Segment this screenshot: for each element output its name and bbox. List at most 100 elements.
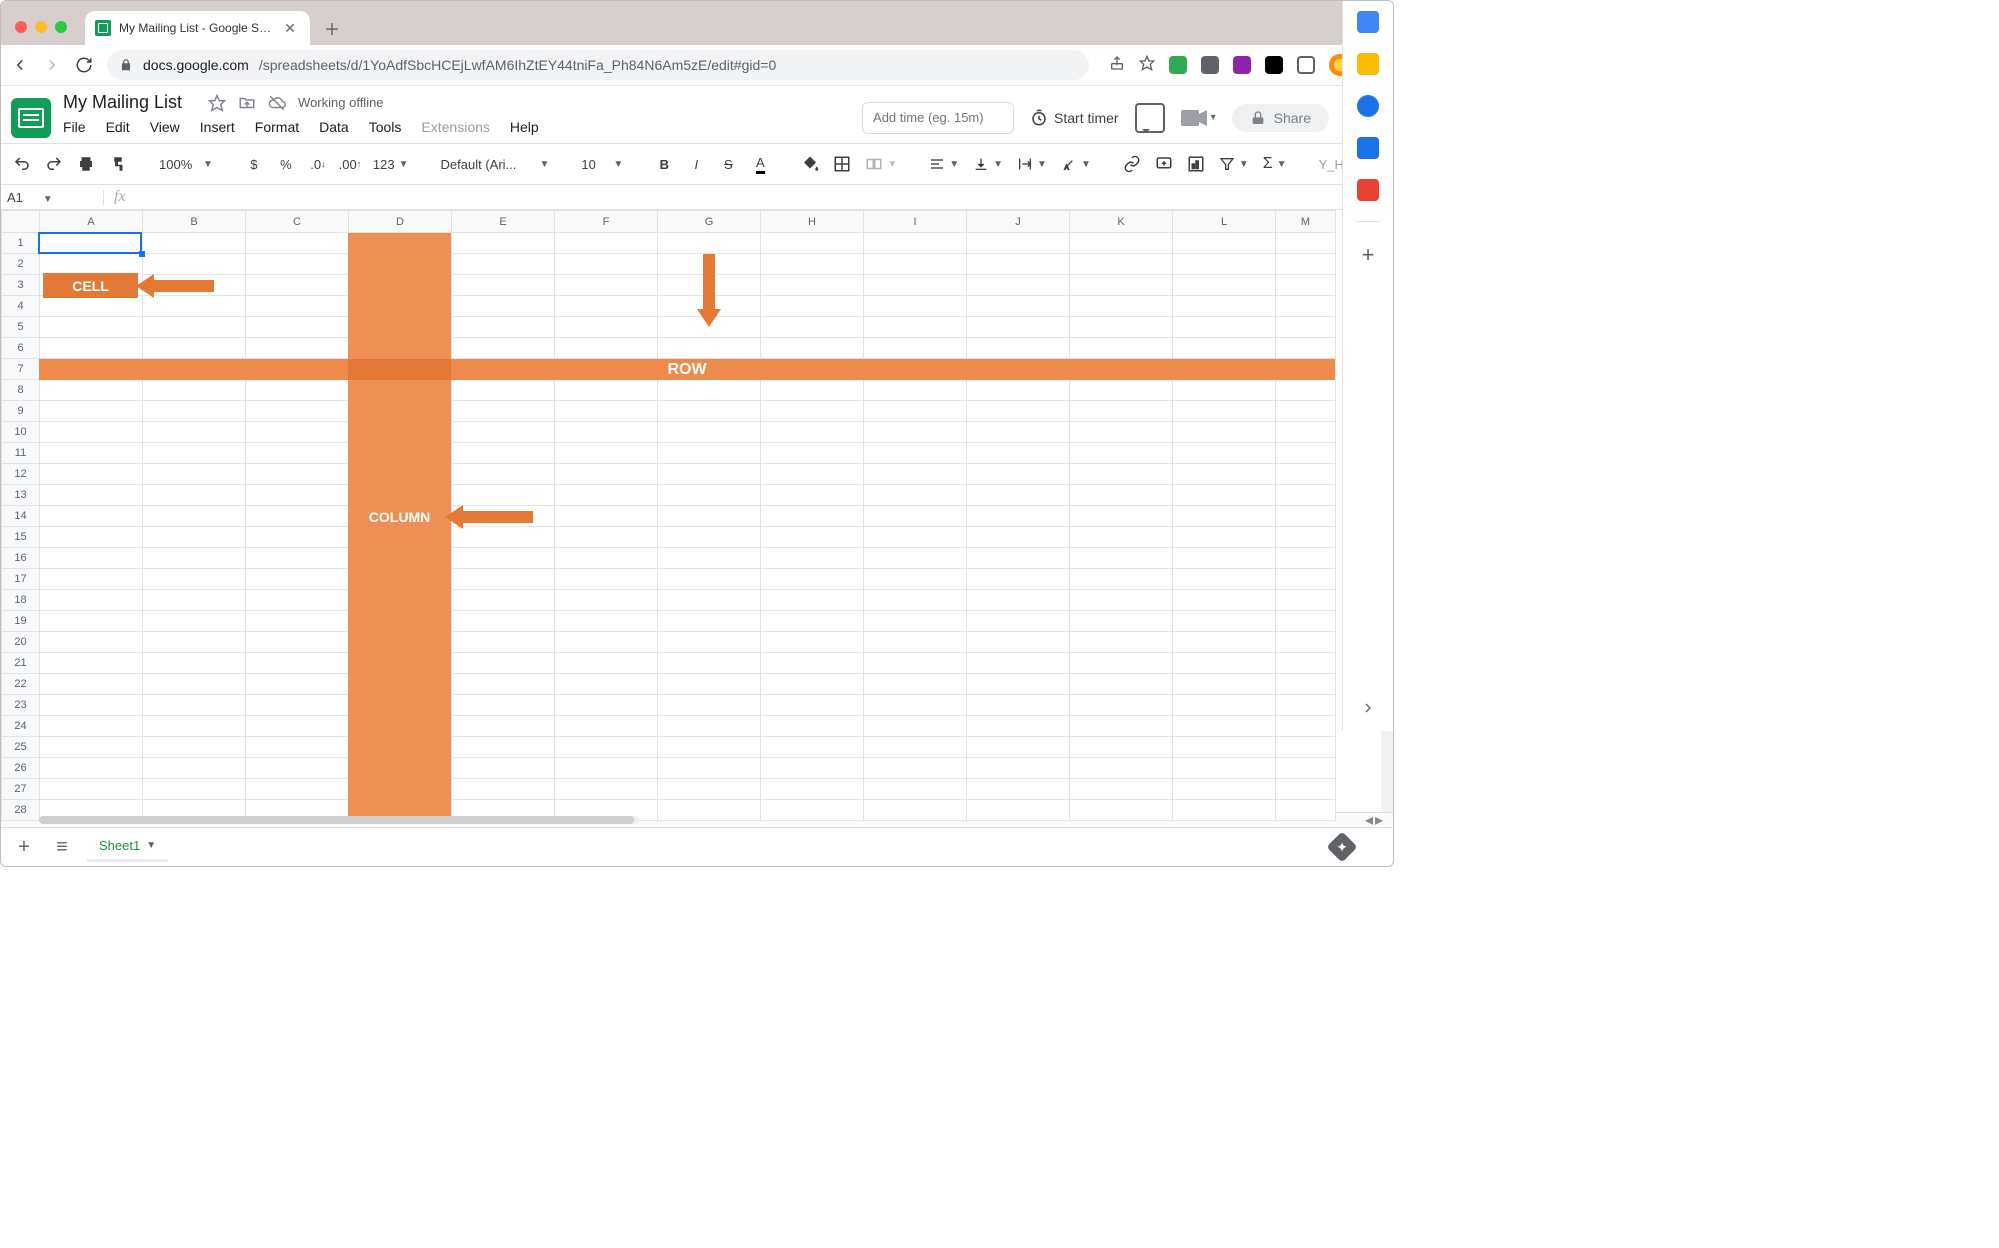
- cell-H25[interactable]: [761, 737, 864, 758]
- paint-format-button[interactable]: [105, 151, 131, 177]
- cell-J7[interactable]: [967, 359, 1070, 380]
- maps-icon[interactable]: [1357, 179, 1379, 201]
- cell-J8[interactable]: [967, 380, 1070, 401]
- cell-E27[interactable]: [452, 779, 555, 800]
- cell-B21[interactable]: [143, 653, 246, 674]
- cell-I6[interactable]: [864, 338, 967, 359]
- row-header-14[interactable]: 14: [2, 506, 40, 527]
- cell-F1[interactable]: [555, 233, 658, 254]
- cell-H19[interactable]: [761, 611, 864, 632]
- menu-tools[interactable]: Tools: [369, 119, 402, 135]
- cell-G15[interactable]: [658, 527, 761, 548]
- cell-D9[interactable]: [349, 401, 452, 422]
- cell-D27[interactable]: [349, 779, 452, 800]
- cell-E18[interactable]: [452, 590, 555, 611]
- cell-L28[interactable]: [1173, 800, 1276, 821]
- cell-J10[interactable]: [967, 422, 1070, 443]
- cell-I2[interactable]: [864, 254, 967, 275]
- cell-C16[interactable]: [246, 548, 349, 569]
- font-size-dropdown[interactable]: 10▼: [577, 157, 627, 172]
- cell-D20[interactable]: [349, 632, 452, 653]
- cloud-offline-icon[interactable]: [268, 94, 286, 112]
- cell-A20[interactable]: [40, 632, 143, 653]
- cell-H13[interactable]: [761, 485, 864, 506]
- cell-G8[interactable]: [658, 380, 761, 401]
- minimize-window-button[interactable]: [35, 21, 47, 33]
- percent-button[interactable]: %: [273, 151, 299, 177]
- cell-G14[interactable]: [658, 506, 761, 527]
- cell-B5[interactable]: [143, 317, 246, 338]
- formula-bar[interactable]: [136, 185, 1393, 209]
- cell-K19[interactable]: [1070, 611, 1173, 632]
- cell-B15[interactable]: [143, 527, 246, 548]
- cell-A1[interactable]: [40, 233, 143, 254]
- cell-I14[interactable]: [864, 506, 967, 527]
- move-icon[interactable]: [238, 94, 256, 112]
- cell-G2[interactable]: [658, 254, 761, 275]
- redo-button[interactable]: [41, 151, 67, 177]
- document-title[interactable]: My Mailing List: [63, 92, 182, 113]
- cell-M18[interactable]: [1276, 590, 1336, 611]
- merge-cells-button[interactable]: ▼: [861, 155, 901, 173]
- cell-B12[interactable]: [143, 464, 246, 485]
- close-window-button[interactable]: [15, 21, 27, 33]
- menu-file[interactable]: File: [63, 119, 86, 135]
- reload-button[interactable]: [75, 56, 93, 74]
- cell-B10[interactable]: [143, 422, 246, 443]
- row-header-22[interactable]: 22: [2, 674, 40, 695]
- cell-A4[interactable]: [40, 296, 143, 317]
- cell-F4[interactable]: [555, 296, 658, 317]
- cell-I20[interactable]: [864, 632, 967, 653]
- cell-B2[interactable]: [143, 254, 246, 275]
- cell-F2[interactable]: [555, 254, 658, 275]
- cell-M19[interactable]: [1276, 611, 1336, 632]
- cell-L16[interactable]: [1173, 548, 1276, 569]
- cell-L10[interactable]: [1173, 422, 1276, 443]
- cell-L11[interactable]: [1173, 443, 1276, 464]
- cell-F5[interactable]: [555, 317, 658, 338]
- cell-K5[interactable]: [1070, 317, 1173, 338]
- cell-J26[interactable]: [967, 758, 1070, 779]
- column-header-D[interactable]: D: [349, 211, 452, 233]
- row-header-1[interactable]: 1: [2, 233, 40, 254]
- cell-C13[interactable]: [246, 485, 349, 506]
- cell-K22[interactable]: [1070, 674, 1173, 695]
- start-timer-button[interactable]: Start timer: [1030, 109, 1119, 127]
- cell-B24[interactable]: [143, 716, 246, 737]
- cell-L7[interactable]: [1173, 359, 1276, 380]
- tasks-icon[interactable]: [1357, 95, 1379, 117]
- cell-F8[interactable]: [555, 380, 658, 401]
- contacts-icon[interactable]: [1357, 137, 1379, 159]
- cell-K23[interactable]: [1070, 695, 1173, 716]
- cell-G9[interactable]: [658, 401, 761, 422]
- timer-input[interactable]: [862, 102, 1014, 134]
- cell-J23[interactable]: [967, 695, 1070, 716]
- cell-G1[interactable]: [658, 233, 761, 254]
- cell-M4[interactable]: [1276, 296, 1336, 317]
- cell-I9[interactable]: [864, 401, 967, 422]
- row-header-21[interactable]: 21: [2, 653, 40, 674]
- cell-B20[interactable]: [143, 632, 246, 653]
- cell-C15[interactable]: [246, 527, 349, 548]
- cell-A25[interactable]: [40, 737, 143, 758]
- row-header-8[interactable]: 8: [2, 380, 40, 401]
- cell-A16[interactable]: [40, 548, 143, 569]
- cell-L21[interactable]: [1173, 653, 1276, 674]
- menu-insert[interactable]: Insert: [200, 119, 235, 135]
- cell-M13[interactable]: [1276, 485, 1336, 506]
- cell-E19[interactable]: [452, 611, 555, 632]
- cell-I16[interactable]: [864, 548, 967, 569]
- cell-D26[interactable]: [349, 758, 452, 779]
- cell-H14[interactable]: [761, 506, 864, 527]
- cell-K13[interactable]: [1070, 485, 1173, 506]
- cell-M15[interactable]: [1276, 527, 1336, 548]
- new-tab-button[interactable]: ＋: [318, 14, 346, 42]
- cell-F19[interactable]: [555, 611, 658, 632]
- decrease-decimal-button[interactable]: .0↓: [305, 151, 331, 177]
- cell-H26[interactable]: [761, 758, 864, 779]
- increase-decimal-button[interactable]: .00↑: [337, 151, 363, 177]
- cell-K28[interactable]: [1070, 800, 1173, 821]
- cell-E8[interactable]: [452, 380, 555, 401]
- cell-G21[interactable]: [658, 653, 761, 674]
- cell-B17[interactable]: [143, 569, 246, 590]
